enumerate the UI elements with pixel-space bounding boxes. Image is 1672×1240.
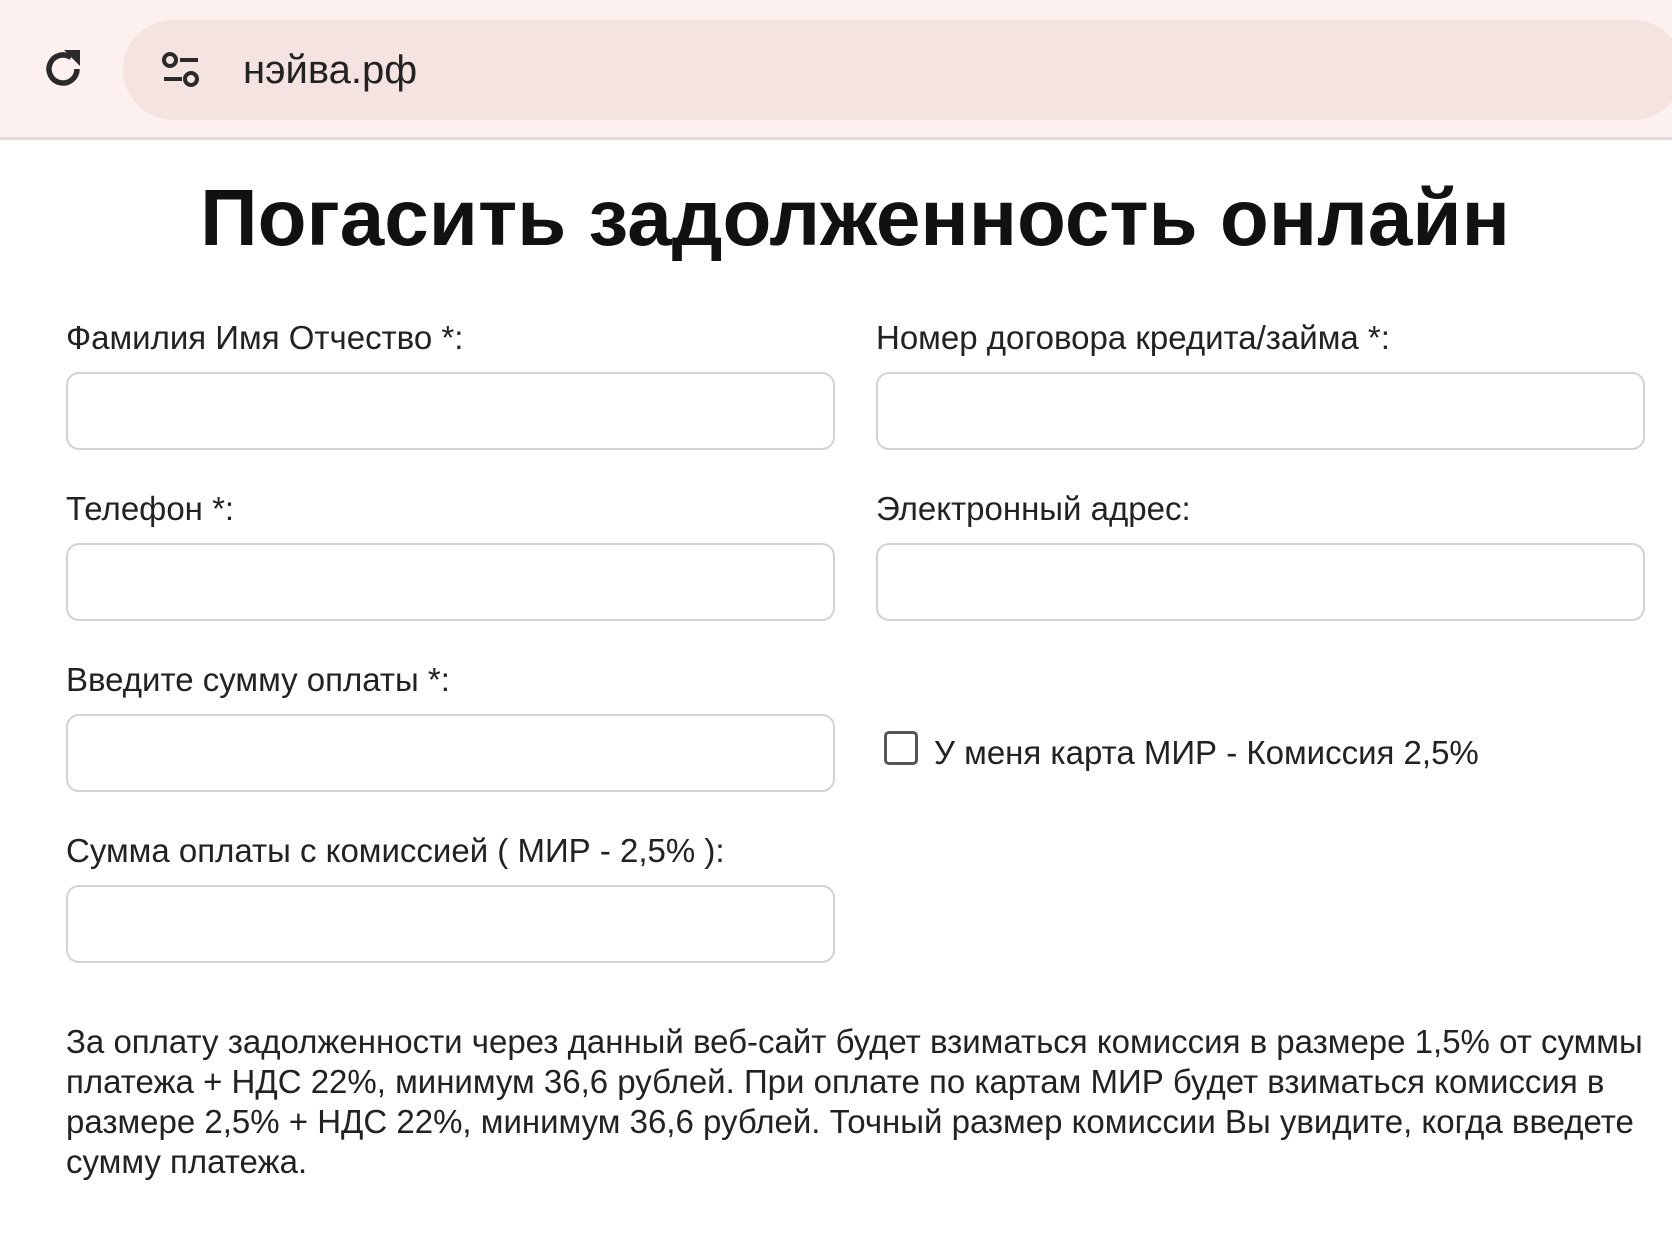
page-title: Погасить задолженность онлайн <box>200 173 1510 262</box>
address-bar[interactable]: нэйва.рф <box>123 20 1672 120</box>
url-text[interactable]: нэйва.рф <box>243 46 417 94</box>
amount-label: Введите сумму оплаты *: <box>66 661 450 698</box>
email-label: Электронный адрес: <box>876 490 1191 527</box>
mir-card-checkbox[interactable] <box>884 731 918 765</box>
reload-button[interactable] <box>38 44 88 94</box>
site-info-button[interactable] <box>159 50 203 90</box>
commission-note: За оплату задолженности через данный веб… <box>66 1023 1643 1180</box>
phone-label: Телефон *: <box>66 490 235 527</box>
mir-card-label[interactable]: У меня карта МИР - Комиссия 2,5% <box>934 733 1479 773</box>
phone-input[interactable] <box>66 543 835 621</box>
amount-with-fee-label: Сумма оплаты с комиссией ( МИР - 2,5% ): <box>66 832 725 869</box>
fio-input[interactable] <box>66 372 835 450</box>
email-input[interactable] <box>876 543 1645 621</box>
amount-input[interactable] <box>66 714 835 792</box>
fio-label: Фамилия Имя Отчество *: <box>66 319 464 356</box>
contract-label: Номер договора кредита/займа *: <box>876 319 1390 356</box>
contract-input[interactable] <box>876 372 1645 450</box>
tune-icon <box>162 52 199 87</box>
reload-icon <box>46 50 80 86</box>
browser-toolbar: нэйва.рф <box>0 0 1672 140</box>
amount-with-fee-input[interactable] <box>66 885 835 963</box>
